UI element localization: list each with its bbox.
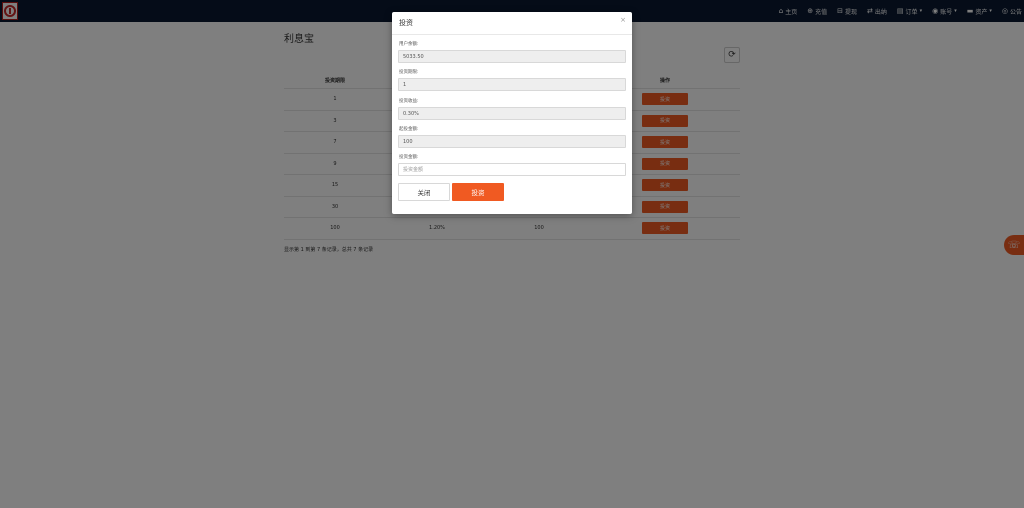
term-field: 1 <box>398 78 626 91</box>
close-button[interactable]: 关闭 <box>398 183 450 201</box>
min-amount-field: 100 <box>398 135 626 148</box>
amount-label: 投资金额: <box>399 155 419 160</box>
yield-label: 投资收益: <box>399 99 419 104</box>
yield-field: 0.30% <box>398 107 626 120</box>
min-amount-label: 起投金额: <box>399 127 419 132</box>
close-icon[interactable]: × <box>620 16 626 24</box>
modal-header: 投资 <box>392 12 632 35</box>
amount-input[interactable]: 投资金额 <box>398 163 626 176</box>
invest-modal: 投资 × 用户余额: 5033.50 投资期限: 1 投资收益: 0.30% 起… <box>392 12 632 214</box>
invest-submit-button[interactable]: 投资 <box>452 183 504 201</box>
term-label: 投资期限: <box>399 70 419 75</box>
balance-field: 5033.50 <box>398 50 626 63</box>
modal-title: 投资 <box>399 19 413 27</box>
balance-label: 用户余额: <box>399 42 419 47</box>
